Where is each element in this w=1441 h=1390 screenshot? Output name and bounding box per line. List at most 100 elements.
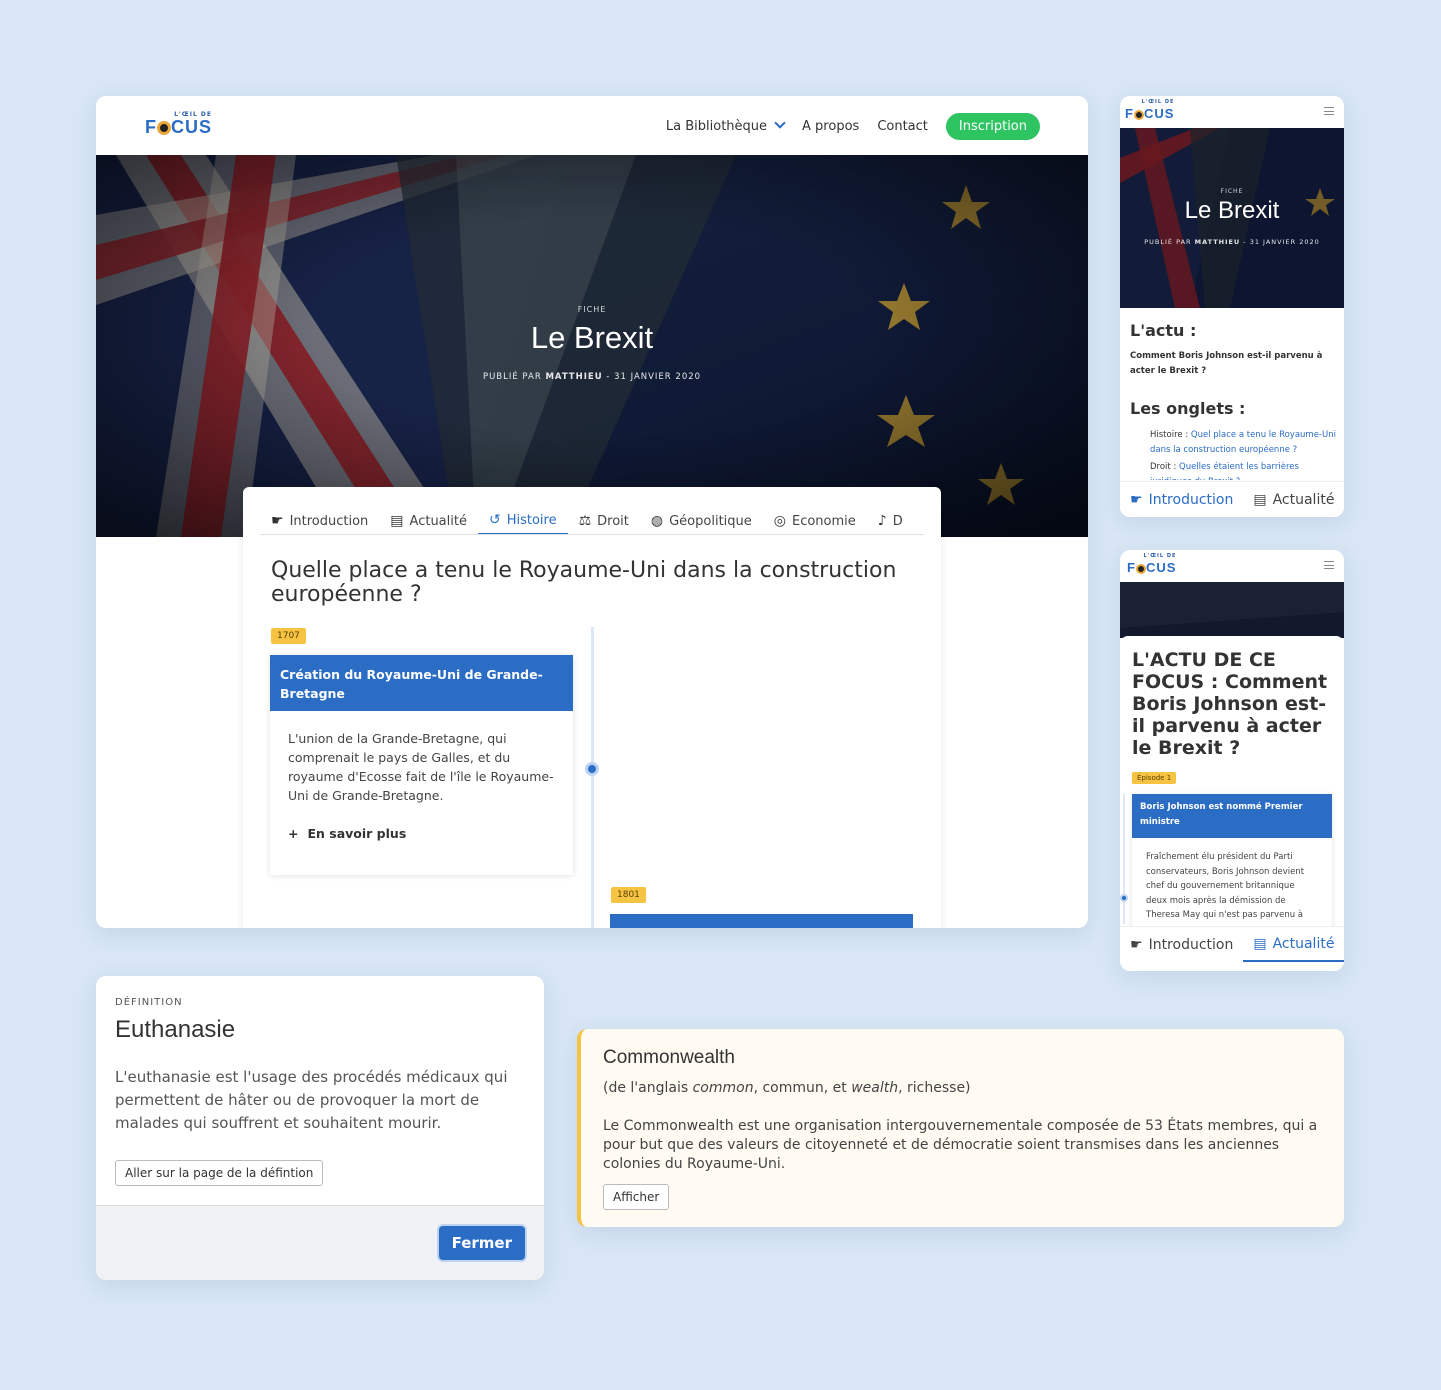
hero-kicker: FICHE [1220, 188, 1244, 195]
logo-word: F CUS [145, 117, 212, 137]
tab-actualite[interactable]: ▤ Actualité [1243, 482, 1344, 517]
etym-part: (de l'anglais [603, 1080, 693, 1096]
read-more-link[interactable]: En savoir plus [288, 824, 555, 843]
meta-author[interactable]: MATTHIEU [1195, 238, 1241, 246]
tab-label: Introduction [1148, 491, 1234, 508]
hero-text: FICHE Le Brexit PUBLIÉ PAR MATTHIEU - 31… [1120, 188, 1344, 246]
timeline-line [591, 627, 594, 928]
definition-page-button[interactable]: Aller sur la page de la défintion [115, 1160, 324, 1186]
mobile-tab-bar: ☛ Introduction ▤ Actualité [1120, 481, 1344, 517]
section-question: Quelle place a tenu le Royaume-Uni dans … [271, 558, 897, 607]
tab-introduction[interactable]: ☛ Introduction [260, 507, 379, 534]
tab-label: Actualité [1272, 935, 1335, 952]
mobile-preview-fiche: L'ŒIL DE F CUS FICHE Le Brexit PUBLIÉ PAR… [1120, 96, 1344, 517]
logo-word: F CUS [1127, 560, 1176, 575]
tab-economie[interactable]: ◎ Economie [763, 507, 867, 534]
timeline-card-title: Boris Johnson est nommé Premier ministre [1132, 794, 1332, 838]
logo-cus: CUS [1143, 106, 1175, 121]
timeline-card-next [610, 914, 913, 928]
onglets-list: Histoire : Quel place a tenu le Royaume-… [1150, 428, 1338, 480]
definition-modal: DÉFINITION Euthanasie L'euthanasie est l… [96, 976, 544, 1280]
mobile-tab-bar: ☛ Introduction ▤ Actualité [1120, 926, 1344, 962]
hero-banner: FICHE Le Brexit PUBLIÉ PAR MATTHIEU - 31… [96, 155, 1088, 537]
tab-label: Histoire [506, 512, 557, 528]
glossary-callout: Commonwealth (de l'anglais common, commu… [577, 1029, 1344, 1227]
tab-histoire[interactable]: ↺ Histoire [477, 507, 568, 534]
definition-title: Euthanasie [115, 1016, 236, 1043]
tab-label: Actualité [409, 513, 467, 529]
tab-introduction[interactable]: ☛ Introduction [1120, 482, 1243, 517]
eye-icon [1135, 564, 1146, 574]
modal-footer: Fermer [96, 1205, 544, 1280]
tab-label: Introduction [289, 513, 369, 529]
page-title: Le Brexit [530, 320, 654, 355]
tab-label: Introduction [1148, 936, 1234, 953]
timeline-card-text: L'union de la Grande-Bretagne, qui compr… [288, 731, 554, 803]
close-button[interactable]: Fermer [438, 1226, 525, 1260]
newspaper-icon: ▤ [390, 513, 404, 529]
mobile-hero [1120, 582, 1344, 638]
etym-part: , richesse) [898, 1080, 971, 1096]
logo-f: F [145, 117, 157, 137]
menu-icon[interactable] [1324, 561, 1334, 569]
logo-cus: CUS [171, 117, 213, 137]
tab-partial[interactable]: ♪ D [867, 507, 914, 534]
timeline-line [1123, 794, 1125, 924]
nav-about[interactable]: A propos [802, 119, 859, 134]
timeline-card-title: Création du Royaume-Uni de Grande-Bretag… [270, 655, 573, 711]
logo-cus: CUS [1145, 560, 1177, 575]
meta-author[interactable]: MATTHIEU [545, 372, 602, 382]
hero-text: FICHE Le Brexit PUBLIÉ PAR MATTHIEU - 31… [96, 305, 1088, 382]
tab-label: Actualité [1272, 491, 1335, 508]
logo[interactable]: L'ŒIL DE F CUS [1127, 554, 1176, 575]
publish-meta: PUBLIÉ PAR MATTHIEU - 31 JANVIER 2020 [96, 372, 1088, 382]
actu-title: L'ACTU DE CE FOCUS : Comment Boris Johns… [1132, 649, 1328, 759]
page-title: Le Brexit [1184, 197, 1280, 224]
callout-etymology: (de l'anglais common, commun, et wealth,… [603, 1080, 971, 1096]
logo-tagline: L'ŒIL DE [1143, 553, 1177, 559]
logo-f: F [1125, 106, 1134, 121]
meta-date: - 31 JANVIER 2020 [1240, 238, 1320, 246]
logo[interactable]: L'ŒIL DE F CUS [145, 112, 212, 137]
tab-label: Géopolitique [669, 513, 752, 529]
episode-badge: Épisode 1 [1132, 772, 1177, 784]
content-edge [1120, 636, 1344, 646]
logo[interactable]: L'ŒIL DE F CUS [1125, 100, 1174, 121]
globe-icon: ◍ [650, 513, 664, 529]
nav-library[interactable]: La Bibliothèque [666, 119, 784, 134]
timeline-dot [1120, 894, 1128, 902]
hero-image [1120, 582, 1344, 638]
tab-label: D [892, 513, 903, 529]
tab-droit[interactable]: ⚖ Droit [568, 507, 640, 534]
timeline-card: Création du Royaume-Uni de Grande-Bretag… [270, 655, 573, 875]
publish-meta: PUBLIÉ PAR MATTHIEU - 31 JANVIER 2020 [1120, 238, 1344, 246]
history-icon: ↺ [488, 512, 501, 528]
logo-tagline: L'ŒIL DE [1141, 99, 1175, 105]
coins-icon: ◎ [773, 513, 786, 529]
definition-kicker: DÉFINITION [115, 997, 183, 1008]
tab-geopolitique[interactable]: ◍ Géopolitique [640, 507, 763, 534]
list-item: Droit : Quelles étaient les barrières ju… [1150, 460, 1338, 480]
signup-button[interactable]: Inscription [945, 113, 1040, 140]
tab-actualite[interactable]: ▤ Actualité [379, 507, 478, 534]
menu-icon[interactable] [1324, 107, 1334, 115]
list-item: Histoire : Quel place a tenu le Royaume-… [1150, 428, 1338, 458]
nav-contact[interactable]: Contact [877, 119, 928, 134]
tab-label: Droit [597, 513, 629, 529]
actu-text: Comment Boris Johnson est-il parvenu à a… [1130, 351, 1323, 376]
timeline-card: Boris Johnson est nommé Premier ministre… [1132, 794, 1332, 944]
onglet-prefix: Droit : [1150, 462, 1180, 472]
actu-heading: L'actu : [1130, 321, 1197, 340]
tab-actualite[interactable]: ▤ Actualité [1243, 927, 1344, 962]
eye-icon [157, 121, 171, 135]
tab-introduction[interactable]: ☛ Introduction [1120, 927, 1243, 962]
microphone-icon: ♪ [877, 513, 887, 529]
timeline-card-body: L'union de la Grande-Bretagne, qui compr… [270, 711, 573, 861]
newspaper-icon: ▤ [1253, 491, 1267, 508]
year-badge: 1707 [271, 628, 306, 644]
timeline-card-body: Fraîchement élu président du Parti conse… [1146, 852, 1305, 920]
etym-part: , commun, et [753, 1080, 852, 1096]
show-button[interactable]: Afficher [603, 1184, 670, 1210]
meta-date: - 31 JANVIER 2020 [602, 372, 702, 382]
meta-prefix: PUBLIÉ PAR [1144, 238, 1195, 246]
